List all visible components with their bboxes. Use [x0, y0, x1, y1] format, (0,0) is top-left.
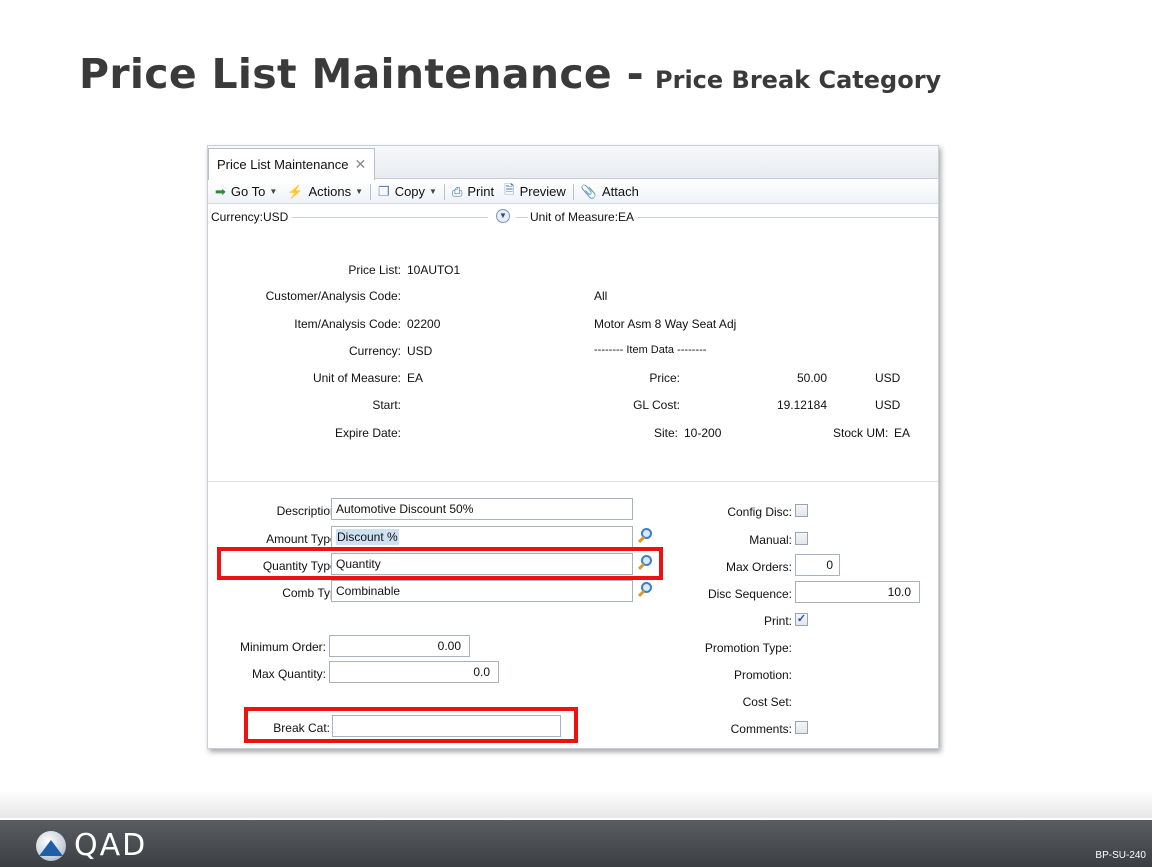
item-value: 02200 — [407, 317, 441, 331]
site-label: Site: — [653, 426, 678, 440]
quantity-type-highlight — [217, 547, 663, 580]
gl-cost-value: 19.12184 — [776, 398, 827, 412]
site-value: 10-200 — [684, 426, 722, 440]
copy-button[interactable]: ❐ Copy ▼ — [373, 181, 442, 203]
attach-label: Attach — [602, 184, 639, 199]
chevron-down-icon[interactable]: ▼ — [496, 209, 510, 223]
goto-button[interactable]: ➡ Go To ▼ — [210, 181, 282, 203]
magnifier-icon[interactable] — [636, 527, 654, 545]
toolbar: ➡ Go To ▼ ⚡ Actions ▼ ❐ Copy ▼ ⎙ Print 🗎… — [208, 180, 938, 204]
gl-cost-label: GL Cost: — [633, 398, 680, 412]
currency-label: Currency: — [348, 344, 401, 358]
cost-set-label: Cost Set: — [742, 695, 792, 709]
summary-rule — [516, 217, 528, 218]
slide-title-main: Price List Maintenance - — [79, 50, 644, 98]
comments-label: Comments: — [730, 722, 792, 736]
uom-label: Unit of Measure: — [312, 371, 401, 385]
summary-rule — [288, 217, 488, 218]
price-label: Price: — [649, 371, 680, 385]
price-currency: USD — [875, 371, 901, 385]
disc-sequence-field[interactable]: 10.0 — [795, 581, 920, 603]
copy-label: Copy — [394, 184, 426, 199]
close-icon[interactable]: ✕ — [355, 156, 367, 173]
preview-icon: 🗎 — [504, 181, 515, 197]
price-list-window: Price List Maintenance ✕ ➡ Go To ▼ ⚡ Act… — [207, 145, 939, 749]
minimum-order-label: Minimum Order: — [239, 640, 326, 654]
magnifier-icon[interactable] — [636, 581, 654, 599]
goto-label: Go To — [230, 184, 266, 199]
item-label: Item/Analysis Code: — [294, 317, 401, 331]
print-label: Print — [467, 184, 495, 199]
arrow-go-icon: ➡ — [215, 183, 226, 199]
break-cat-highlight — [244, 707, 578, 743]
item-data-heading: -------- Item Data -------- — [594, 344, 707, 356]
tab-label: Price List Maintenance — [217, 157, 349, 172]
print-label: Print: — [763, 614, 792, 628]
tab-price-list-maintenance[interactable]: Price List Maintenance ✕ — [208, 148, 376, 180]
qad-logo-text: QAD — [74, 828, 148, 863]
preview-button[interactable]: 🗎 Preview — [499, 181, 571, 203]
toolbar-separator — [443, 183, 445, 200]
toolbar-separator — [370, 183, 372, 200]
customer-label: Customer/Analysis Code: — [265, 289, 401, 303]
slide-title-sub: Price Break Category — [655, 66, 942, 94]
amount-type-value: Discount % — [336, 529, 399, 545]
caret-down-icon: ▼ — [429, 187, 437, 196]
footer-shadow — [0, 790, 1152, 818]
paperclip-icon: 📎 — [580, 183, 597, 199]
comb-typ-field[interactable]: Combinable — [331, 580, 633, 602]
max-quantity-label: Max Quantity: — [251, 667, 326, 681]
customer-value: All — [594, 289, 608, 303]
uom-value: EA — [407, 371, 424, 385]
summary-currency: Currency:USD — [211, 210, 293, 224]
preview-label: Preview — [519, 184, 566, 199]
actions-label: Actions — [308, 184, 352, 199]
attach-button[interactable]: 📎 Attach — [576, 181, 644, 203]
amount-type-label: Amount Type: — [266, 532, 340, 546]
config-disc-label: Config Disc: — [727, 505, 792, 519]
printer-icon: ⎙ — [451, 183, 463, 199]
tab-bar: Price List Maintenance ✕ — [208, 146, 938, 180]
start-label: Start: — [372, 398, 401, 412]
price-value: 50.00 — [796, 371, 827, 385]
promotion-type-label: Promotion Type: — [704, 641, 792, 655]
price-list-label: Price List: — [348, 263, 401, 277]
max-quantity-field[interactable]: 0.0 — [329, 661, 499, 683]
stock-um-value: EA — [894, 426, 911, 440]
footer-bar: QAD BP-SU-240 — [0, 818, 1152, 867]
copy-icon: ❐ — [378, 183, 390, 199]
amount-type-field[interactable]: Discount % — [331, 526, 633, 548]
section-divider — [208, 481, 938, 482]
summary-rule — [613, 217, 938, 218]
gl-cost-currency: USD — [875, 398, 901, 412]
toolbar-separator — [572, 183, 574, 200]
currency-value: USD — [407, 344, 433, 358]
disc-sequence-label: Disc Sequence: — [707, 587, 792, 601]
caret-down-icon: ▼ — [269, 187, 278, 196]
caret-down-icon: ▼ — [355, 187, 364, 196]
description-field[interactable]: Automotive Discount 50% — [331, 498, 633, 520]
comments-checkbox[interactable] — [795, 721, 808, 734]
manual-label: Manual: — [749, 533, 792, 547]
summary-uom: Unit of Measure:EA — [530, 210, 639, 224]
print-button[interactable]: ⎙ Print — [447, 181, 499, 203]
print-checkbox[interactable]: ✓ — [795, 613, 808, 626]
lightning-icon: ⚡ — [287, 183, 304, 199]
summary-bar: Currency:USD ▼ Unit of Measure:EA — [208, 206, 938, 228]
price-list-value: 10AUTO1 — [407, 263, 461, 277]
qad-logo-icon — [36, 830, 66, 861]
item-description: Motor Asm 8 Way Seat Adj — [594, 317, 737, 331]
stock-um-label: Stock UM: — [833, 426, 889, 440]
promotion-label: Promotion: — [733, 668, 792, 682]
manual-checkbox[interactable] — [795, 532, 808, 545]
minimum-order-field[interactable]: 0.00 — [329, 635, 470, 657]
actions-button[interactable]: ⚡ Actions ▼ — [282, 181, 368, 203]
expire-date-label: Expire Date: — [334, 426, 401, 440]
max-orders-field[interactable]: 0 — [795, 554, 840, 576]
qad-logo: QAD — [36, 828, 147, 863]
config-disc-checkbox[interactable] — [795, 504, 808, 517]
slide-code: BP-SU-240 — [1095, 850, 1146, 861]
max-orders-label: Max Orders: — [725, 560, 792, 574]
slide-title: Price List Maintenance - Price Break Cat… — [79, 50, 941, 98]
